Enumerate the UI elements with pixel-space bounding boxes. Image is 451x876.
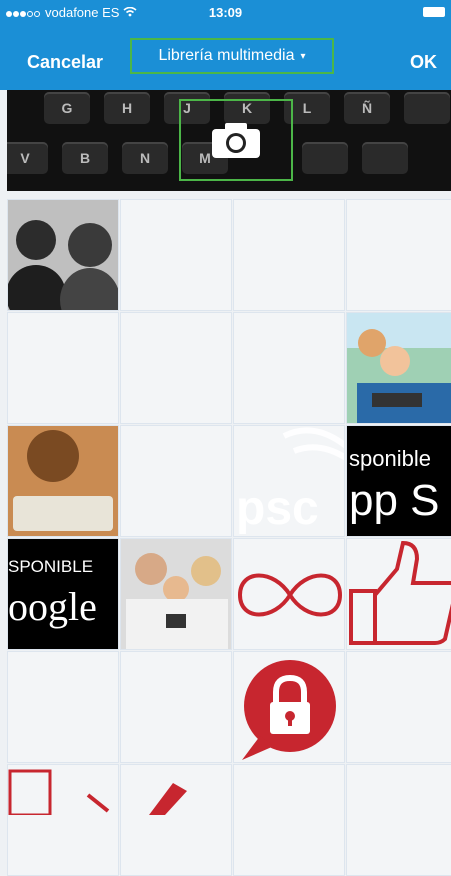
media-thumbnail[interactable] xyxy=(346,312,451,424)
media-grid: psc sponible pp S SPONIBLE oogle xyxy=(7,199,451,876)
keyboard-key: V xyxy=(7,142,48,174)
media-thumbnail[interactable] xyxy=(233,651,345,763)
status-bar: vodafone ES 13:09 xyxy=(0,0,451,24)
keyboard-key xyxy=(362,142,408,174)
infinity-icon xyxy=(237,573,343,617)
media-thumbnail[interactable] xyxy=(7,199,119,311)
media-thumbnail[interactable] xyxy=(346,764,451,876)
media-thumbnail[interactable] xyxy=(7,651,119,763)
media-thumbnail[interactable] xyxy=(346,651,451,763)
thumbs-up-icon xyxy=(349,540,451,645)
lock-icon xyxy=(242,660,336,760)
media-thumbnail[interactable] xyxy=(7,764,119,876)
navigation-bar: Cancelar Librería multimedia ▾ OK xyxy=(0,24,451,90)
keyboard-key: B xyxy=(62,142,108,174)
keyboard-key: N xyxy=(122,142,168,174)
camera-highlight[interactable] xyxy=(179,99,293,181)
app-store-large-text: pp S xyxy=(349,476,440,525)
media-thumbnail[interactable]: SPONIBLE oogle xyxy=(7,538,119,650)
app-store-small-text: sponible xyxy=(349,446,431,471)
library-selector[interactable]: Librería multimedia ▾ xyxy=(130,38,334,74)
keyboard-key xyxy=(302,142,348,174)
keyboard-key xyxy=(404,92,450,124)
google-play-large-text: oogle xyxy=(8,584,97,629)
psc-logo-text: psc xyxy=(236,482,319,535)
media-thumbnail[interactable] xyxy=(346,538,451,650)
ok-button[interactable]: OK xyxy=(410,52,437,73)
media-thumbnail[interactable]: psc xyxy=(233,425,345,537)
media-thumbnail[interactable]: sponible pp S xyxy=(346,425,451,537)
google-play-small-text: SPONIBLE xyxy=(8,557,94,576)
battery-icon xyxy=(423,7,445,17)
keyboard-key: Ñ xyxy=(344,92,390,124)
media-thumbnail[interactable] xyxy=(120,764,232,876)
media-thumbnail[interactable] xyxy=(120,651,232,763)
media-thumbnail[interactable] xyxy=(7,312,119,424)
media-thumbnail[interactable] xyxy=(233,538,345,650)
media-thumbnail[interactable] xyxy=(233,199,345,311)
media-thumbnail[interactable] xyxy=(120,538,232,650)
media-thumbnail[interactable] xyxy=(233,312,345,424)
media-thumbnail[interactable] xyxy=(120,425,232,537)
status-time: 13:09 xyxy=(208,5,243,20)
keyboard-key: H xyxy=(104,92,150,124)
media-thumbnail[interactable] xyxy=(233,764,345,876)
media-thumbnail[interactable] xyxy=(7,425,119,537)
keyboard-key: G xyxy=(44,92,90,124)
cancel-button[interactable]: Cancelar xyxy=(27,52,103,73)
media-thumbnail[interactable] xyxy=(120,312,232,424)
library-title: Librería multimedia xyxy=(158,47,295,64)
camera-icon xyxy=(212,123,260,158)
media-thumbnail[interactable] xyxy=(346,199,451,311)
chevron-down-icon: ▾ xyxy=(300,50,306,62)
media-thumbnail[interactable] xyxy=(120,199,232,311)
